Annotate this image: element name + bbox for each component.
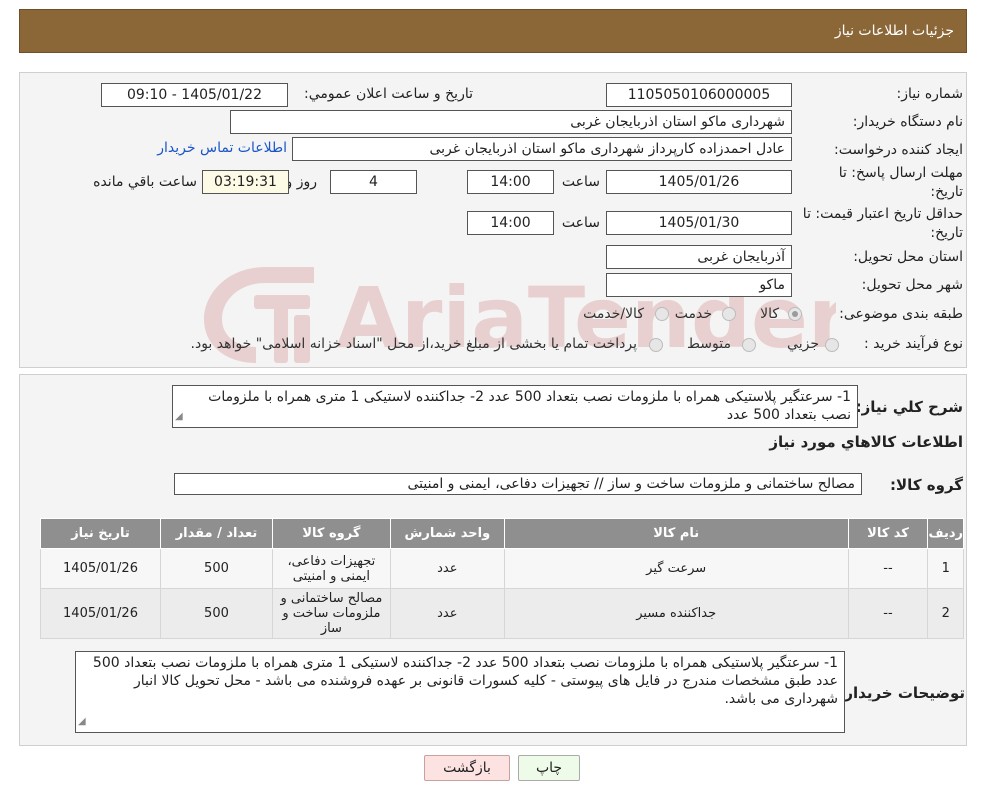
- requester-label: ايجاد کننده درخواست:: [834, 142, 963, 158]
- cell-unit: عدد: [389, 548, 505, 589]
- process-option-medium: متوسط: [687, 336, 731, 352]
- buyer-contact-link[interactable]: اطلاعات تماس خريدار: [157, 140, 287, 156]
- process-option-minor: جزيي: [787, 336, 819, 352]
- cell-row-number: 2: [927, 588, 964, 639]
- col-quantity: تعداد / مقدار: [160, 518, 273, 549]
- col-goods-code: کد کالا: [847, 518, 929, 549]
- validity-label-date: تاریخ:: [930, 225, 963, 241]
- validity-time-label: ساعت: [561, 215, 600, 231]
- buyer-notes-text: 1- سرعتگیر پلاستیکی همراه با ملزومات نصب…: [92, 655, 838, 707]
- category-radio-goods-service[interactable]: [655, 307, 669, 321]
- process-treasury-note: پرداخت تمام یا بخشی از مبلغ خرید،از محل …: [190, 336, 637, 352]
- resize-grip-icon[interactable]: ◢: [78, 713, 86, 731]
- col-unit: واحد شمارش: [389, 518, 505, 549]
- cell-goods-name: سرعت گیر: [503, 548, 849, 589]
- cell-goods-group: تجهیزات دفاعی، ایمنی و امنیتی: [271, 548, 391, 589]
- deadline-time-label: ساعت: [561, 174, 600, 190]
- buyer-notes-label: توضيحات خريدار:: [838, 684, 965, 702]
- col-goods-name: نام کالا: [503, 518, 849, 549]
- goods-group-field[interactable]: مصالح ساختمانی و ملزومات ساخت و ساز // ت…: [174, 473, 862, 495]
- cell-quantity: 500: [160, 588, 273, 639]
- col-need-date: تاريخ نياز: [40, 518, 161, 549]
- summary-label: شرح کلي نياز:: [855, 398, 963, 416]
- category-label: طبقه بندی موضوعی:: [839, 306, 963, 322]
- deadline-label: مهلت ارسال پاسخ: تا: [838, 165, 963, 181]
- page-header: جزئیات اطلاعات نیاز: [19, 9, 967, 53]
- back-button[interactable]: بازگشت: [424, 755, 510, 781]
- goods-table-header: رديف کد کالا نام کالا واحد شمارش گروه کا…: [40, 518, 964, 549]
- validity-date-field[interactable]: 1405/01/30: [606, 211, 792, 235]
- cell-goods-code: --: [847, 548, 929, 589]
- process-type-label: نوع فرآيند خريد :: [864, 336, 963, 352]
- remaining-time-field[interactable]: 03:19:31: [202, 170, 289, 194]
- goods-info-title: اطلاعات کالاهاي مورد نياز: [769, 433, 963, 451]
- city-field[interactable]: ماکو: [606, 273, 792, 297]
- cell-goods-code: --: [847, 588, 929, 639]
- cell-need-date: 1405/01/26: [40, 588, 161, 639]
- table-row: 2 -- جداکننده مسیر عدد مصالح ساختمانی و …: [40, 588, 964, 639]
- category-option-service: خدمت: [674, 306, 712, 322]
- resize-grip-icon[interactable]: ◢: [175, 408, 183, 426]
- cell-unit: عدد: [389, 588, 505, 639]
- cell-row-number: 1: [927, 548, 964, 589]
- process-treasury-checkbox[interactable]: [649, 338, 663, 352]
- deadline-time-field[interactable]: 14:00: [467, 170, 554, 194]
- province-label: استان محل تحويل:: [853, 249, 963, 265]
- need-number-field[interactable]: 1105050106000005: [606, 83, 792, 107]
- need-number-label: شماره نیاز:: [896, 86, 964, 102]
- cell-goods-group: مصالح ساختمانی و ملزومات ساخت و ساز: [271, 588, 391, 639]
- goods-table: رديف کد کالا نام کالا واحد شمارش گروه کا…: [40, 518, 964, 639]
- summary-text: 1- سرعتگیر پلاستیکی همراه با ملزومات نصب…: [208, 389, 851, 423]
- process-radio-medium[interactable]: [742, 338, 756, 352]
- category-radio-service[interactable]: [722, 307, 736, 321]
- days-label: روز و: [285, 174, 318, 190]
- deadline-date-field[interactable]: 1405/01/26: [606, 170, 792, 194]
- category-option-goods-service: کالا/خدمت: [583, 306, 644, 322]
- buyer-notes-textarea[interactable]: 1- سرعتگیر پلاستیکی همراه با ملزومات نصب…: [75, 651, 845, 733]
- goods-group-label: گروه کالا:: [890, 476, 963, 494]
- city-label: شهر محل تحويل:: [861, 277, 963, 293]
- cell-quantity: 500: [160, 548, 273, 589]
- summary-textarea[interactable]: 1- سرعتگیر پلاستیکی همراه با ملزومات نصب…: [172, 385, 858, 428]
- print-button[interactable]: چاپ: [518, 755, 580, 781]
- process-radio-minor[interactable]: [825, 338, 839, 352]
- col-row-number: رديف: [927, 518, 964, 549]
- deadline-label-date: تاریخ:: [930, 184, 963, 200]
- category-radio-goods[interactable]: [788, 307, 802, 321]
- col-goods-group: گروه کالا: [271, 518, 391, 549]
- cell-goods-name: جداکننده مسیر: [503, 588, 849, 639]
- announce-datetime-label: تاریخ و ساعت اعلان عمومي:: [304, 86, 473, 102]
- validity-label: حداقل تاريخ اعتبار قيمت: تا: [802, 206, 963, 222]
- remaining-time-label: ساعت باقي مانده: [93, 174, 197, 190]
- category-option-goods: کالا: [760, 306, 779, 322]
- validity-time-field[interactable]: 14:00: [467, 211, 554, 235]
- buyer-org-label: نام دستگاه خريدار:: [852, 114, 963, 130]
- announce-datetime-field[interactable]: 1405/01/22 - 09:10: [101, 83, 288, 107]
- requester-field[interactable]: عادل احمدزاده کارپرداز شهرداری ماکو استا…: [292, 137, 792, 161]
- remaining-days-field[interactable]: 4: [330, 170, 417, 194]
- page-title: جزئیات اطلاعات نیاز: [834, 23, 954, 39]
- buyer-org-field[interactable]: شهرداری ماکو استان اذربایجان غربی: [230, 110, 792, 134]
- cell-need-date: 1405/01/26: [40, 548, 161, 589]
- province-field[interactable]: آذربایجان غربی: [606, 245, 792, 269]
- table-row: 1 -- سرعت گیر عدد تجهیزات دفاعی، ایمنی و…: [40, 548, 964, 589]
